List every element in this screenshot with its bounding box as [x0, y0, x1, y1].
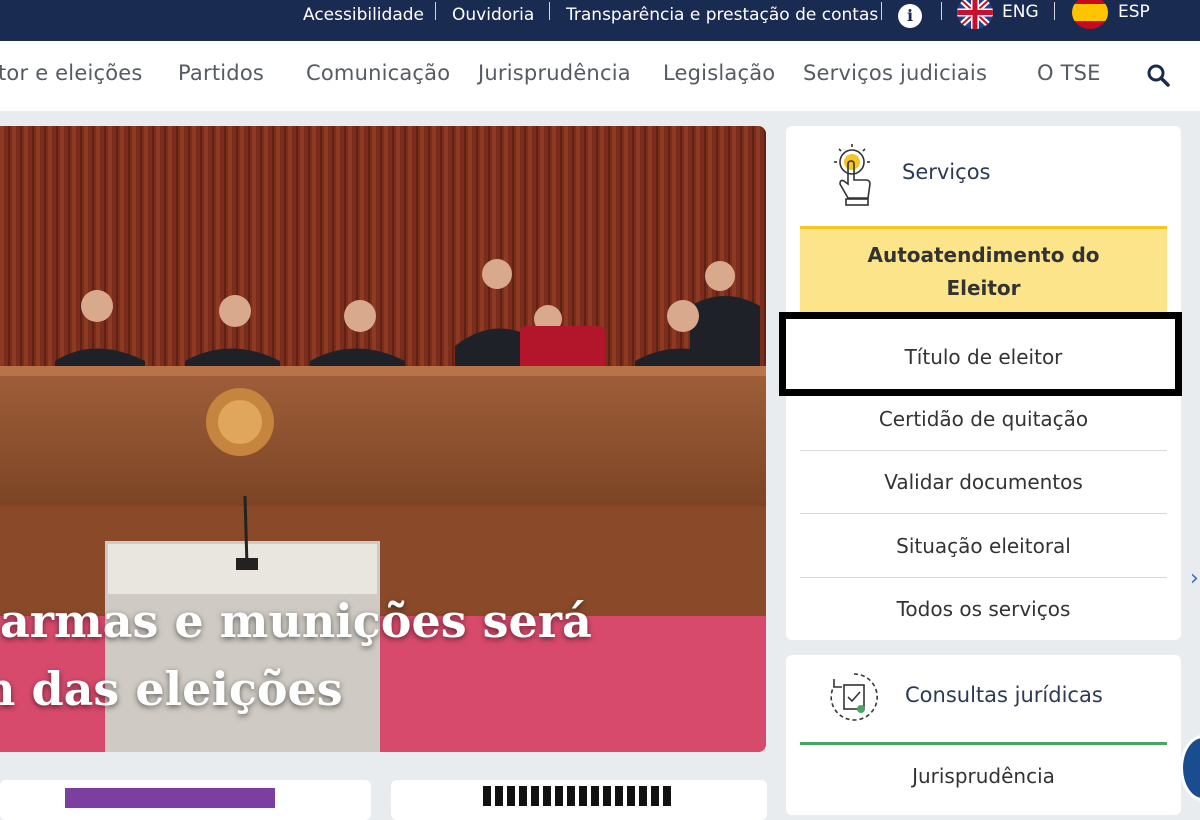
- separator: [1054, 2, 1055, 20]
- nav-o-tse[interactable]: O TSE: [1037, 61, 1101, 85]
- service-titulo-de-eleitor[interactable]: Título de eleitor: [800, 326, 1167, 389]
- service-situacao-eleitoral[interactable]: Situação eleitoral: [800, 515, 1167, 578]
- nav-jurisprudencia[interactable]: Jurisprudência: [478, 61, 631, 85]
- hero-headline-line1[interactable]: armas e munições será: [0, 594, 592, 648]
- nav-servicos-judiciais[interactable]: Serviços judiciais: [803, 61, 987, 85]
- qr-code-image: [483, 786, 673, 806]
- autoatendimento-line2: Eleitor: [946, 276, 1021, 300]
- nav-partidos[interactable]: Partidos: [178, 61, 264, 85]
- service-validar-documentos[interactable]: Validar documentos: [800, 451, 1167, 514]
- separator: [881, 2, 882, 20]
- document-refresh-icon: [830, 673, 878, 721]
- autoatendimento-eleitor-link[interactable]: Autoatendimento do Eleitor: [800, 226, 1167, 312]
- hero-headline-line2[interactable]: n das eleições: [0, 662, 343, 716]
- carousel-chevron-icon[interactable]: ›: [1190, 566, 1199, 591]
- link-transparencia[interactable]: Transparência e prestação de contas: [566, 5, 878, 25]
- spain-flag-icon[interactable]: [1072, 0, 1108, 29]
- info-icon[interactable]: i: [898, 4, 922, 28]
- courtroom-photo: [0, 126, 766, 752]
- separator: [549, 2, 550, 20]
- service-certidao-quitacao[interactable]: Certidão de quitação: [800, 388, 1167, 451]
- uk-flag-icon[interactable]: [957, 0, 993, 29]
- separator: [435, 2, 436, 20]
- consultas-title[interactable]: Consultas jurídicas: [905, 683, 1103, 707]
- news-card-2[interactable]: [391, 780, 767, 820]
- nav-eleitor-eleicoes[interactable]: tor e eleições: [0, 61, 143, 85]
- separator: [941, 2, 942, 20]
- nav-legislacao[interactable]: Legislação: [663, 61, 775, 85]
- services-title[interactable]: Serviços: [902, 160, 990, 184]
- lang-eng[interactable]: ENG: [1002, 2, 1039, 22]
- autoatendimento-line1: Autoatendimento do: [867, 243, 1100, 267]
- lang-esp[interactable]: ESP: [1118, 2, 1150, 22]
- hero-banner[interactable]: armas e munições será n das eleições: [0, 126, 766, 752]
- service-todos-os-servicos[interactable]: Todos os serviços: [800, 578, 1167, 641]
- chat-assistant-icon[interactable]: [1180, 735, 1200, 801]
- nav-comunicacao[interactable]: Comunicação: [306, 61, 450, 85]
- link-ouvidoria[interactable]: Ouvidoria: [452, 5, 534, 25]
- link-acessibilidade[interactable]: Acessibilidade: [303, 5, 424, 25]
- news-card-image: [65, 788, 275, 808]
- touch-hand-icon: [834, 144, 871, 206]
- consulta-jurisprudencia[interactable]: Jurisprudência: [800, 745, 1167, 808]
- news-card-1[interactable]: [0, 780, 371, 820]
- main-nav: tor e eleições Partidos Comunicação Juri…: [0, 41, 1200, 111]
- top-utility-bar: Acessibilidade Ouvidoria Transparência e…: [0, 0, 1200, 41]
- search-icon[interactable]: [1146, 63, 1170, 87]
